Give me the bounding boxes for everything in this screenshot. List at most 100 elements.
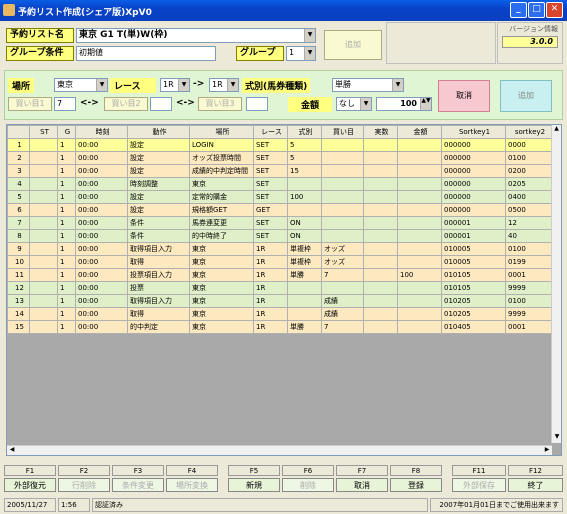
cell-st[interactable]: [29, 320, 58, 334]
cell-g[interactable]: 1: [57, 177, 76, 191]
cell-real[interactable]: [363, 307, 398, 321]
cell-k2[interactable]: 0205: [505, 177, 553, 191]
cell-action[interactable]: 設定: [127, 164, 190, 178]
cell-k1[interactable]: 010205: [441, 294, 506, 308]
cell-g[interactable]: 1: [57, 320, 76, 334]
cell-time[interactable]: 00:00: [75, 294, 128, 308]
cell-k1[interactable]: 010105: [441, 268, 506, 282]
cell-g[interactable]: 1: [57, 281, 76, 295]
cell-amt[interactable]: [397, 164, 442, 178]
amount-input[interactable]: 100 ▲▼: [376, 97, 432, 111]
fkey-button[interactable]: 行削除: [58, 478, 110, 492]
cell-real[interactable]: [363, 216, 398, 230]
cell-type[interactable]: ON: [287, 229, 322, 243]
cell-buy[interactable]: 7: [321, 268, 364, 282]
cancel-button[interactable]: 取消: [438, 80, 490, 112]
cell-k1[interactable]: 000001: [441, 216, 506, 230]
cell-g[interactable]: 1: [57, 307, 76, 321]
cell-place[interactable]: 馬券連変更: [189, 216, 254, 230]
cell-real[interactable]: [363, 268, 398, 282]
cell-race[interactable]: 1R: [253, 307, 288, 321]
filter-add-button[interactable]: 追加: [500, 80, 552, 112]
cell-real[interactable]: [363, 151, 398, 165]
buy1-input[interactable]: 7: [54, 97, 76, 111]
buy3-input[interactable]: [246, 97, 268, 111]
row-number[interactable]: 15: [7, 320, 30, 334]
cell-st[interactable]: [29, 138, 58, 152]
cell-buy[interactable]: 成績: [321, 294, 364, 308]
cell-k2[interactable]: 12: [505, 216, 553, 230]
cell-type[interactable]: [287, 177, 322, 191]
fkey-button[interactable]: 取消: [336, 478, 388, 492]
cell-real[interactable]: [363, 229, 398, 243]
scroll-up-icon[interactable]: ▲: [552, 125, 561, 135]
cell-place[interactable]: 東京: [189, 307, 254, 321]
fkey-button[interactable]: 外部保存: [452, 478, 506, 492]
cell-buy[interactable]: [321, 281, 364, 295]
cell-k2[interactable]: 0001: [505, 320, 553, 334]
buy3-label[interactable]: 買い目3: [198, 97, 242, 111]
cell-time[interactable]: 00:00: [75, 320, 128, 334]
col-header[interactable]: sortkey2: [505, 125, 553, 139]
cell-race[interactable]: SET: [253, 190, 288, 204]
cell-k2[interactable]: 0100: [505, 294, 553, 308]
row-number[interactable]: 5: [7, 190, 30, 204]
buy2-input[interactable]: [150, 97, 172, 111]
buy2-label[interactable]: 買い目2: [104, 97, 148, 111]
table-row[interactable]: 9 1 00:00 取得項目入力 東京 1R 単複枠 オッズ 010005 0100: [7, 242, 553, 256]
cell-race[interactable]: 1R: [253, 320, 288, 334]
chevron-down-icon[interactable]: ▼: [227, 79, 238, 91]
cell-race[interactable]: 1R: [253, 268, 288, 282]
cell-k2[interactable]: 0001: [505, 268, 553, 282]
fkey-button[interactable]: 条件変更: [112, 478, 164, 492]
cell-real[interactable]: [363, 281, 398, 295]
cell-time[interactable]: 00:00: [75, 242, 128, 256]
cell-race[interactable]: 1R: [253, 255, 288, 269]
cell-real[interactable]: [363, 177, 398, 191]
cell-buy[interactable]: [321, 138, 364, 152]
vertical-scrollbar[interactable]: ▲ ▼: [551, 125, 561, 443]
col-header[interactable]: G: [57, 125, 76, 139]
cell-time[interactable]: 00:00: [75, 307, 128, 321]
cell-k2[interactable]: 0199: [505, 255, 553, 269]
cell-k2[interactable]: 0400: [505, 190, 553, 204]
cell-st[interactable]: [29, 307, 58, 321]
cell-type[interactable]: 単複枠: [287, 255, 322, 269]
cell-time[interactable]: 00:00: [75, 268, 128, 282]
cell-k2[interactable]: 0000: [505, 138, 553, 152]
cell-buy[interactable]: [321, 190, 364, 204]
cell-real[interactable]: [363, 255, 398, 269]
cell-time[interactable]: 00:00: [75, 190, 128, 204]
cell-real[interactable]: [363, 138, 398, 152]
group-condition-input[interactable]: 初期値: [76, 46, 216, 61]
table-row[interactable]: 3 1 00:00 設定 成績的中判定時間 SET 15 000000 0200: [7, 164, 553, 178]
scroll-left-icon[interactable]: ◀: [7, 446, 17, 453]
cell-action[interactable]: 設定: [127, 190, 190, 204]
cell-g[interactable]: 1: [57, 138, 76, 152]
cell-st[interactable]: [29, 190, 58, 204]
cell-place[interactable]: 定常的購金: [189, 190, 254, 204]
cell-action[interactable]: 投票: [127, 281, 190, 295]
cell-race[interactable]: SET: [253, 151, 288, 165]
cell-place[interactable]: LOGIN: [189, 138, 254, 152]
chevron-down-icon[interactable]: ▼: [304, 47, 315, 60]
cell-time[interactable]: 00:00: [75, 164, 128, 178]
cell-time[interactable]: 00:00: [75, 138, 128, 152]
cell-action[interactable]: 設定: [127, 203, 190, 217]
cell-st[interactable]: [29, 203, 58, 217]
fkey-button[interactable]: 登録: [390, 478, 442, 492]
cell-amt[interactable]: [397, 151, 442, 165]
row-number[interactable]: 12: [7, 281, 30, 295]
cell-buy[interactable]: オッズ: [321, 255, 364, 269]
cell-k1[interactable]: 000000: [441, 177, 506, 191]
cell-race[interactable]: GET: [253, 203, 288, 217]
reservation-grid[interactable]: ST G 時刻 動作 場所 レース 式別 買い目 実数 金額 Sortkey1 …: [6, 124, 562, 456]
table-row[interactable]: 11 1 00:00 投票項目入力 東京 1R 単勝 7 100 010105 0001: [7, 268, 553, 282]
cell-action[interactable]: 的中判定: [127, 320, 190, 334]
cell-amt[interactable]: [397, 255, 442, 269]
row-number[interactable]: 2: [7, 151, 30, 165]
cell-action[interactable]: 設定: [127, 151, 190, 165]
cell-place[interactable]: オッズ投票時間: [189, 151, 254, 165]
cell-g[interactable]: 1: [57, 190, 76, 204]
cell-g[interactable]: 1: [57, 294, 76, 308]
